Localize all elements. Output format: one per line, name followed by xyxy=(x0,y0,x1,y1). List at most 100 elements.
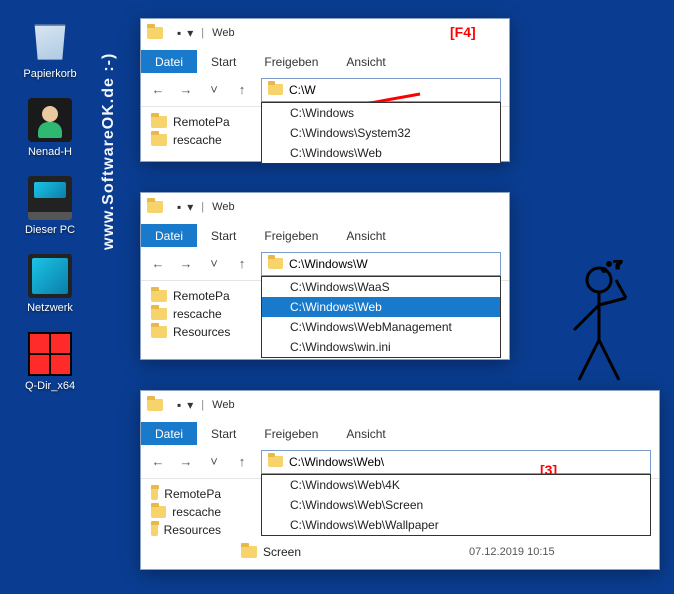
quick-access-icon[interactable]: ▪ xyxy=(177,200,181,214)
suggestion-row[interactable]: C:\Windows\Web\4K xyxy=(262,475,650,495)
desktop-icon-user[interactable]: Nenad-H xyxy=(10,98,90,158)
qdir-icon xyxy=(28,332,72,376)
folder-icon xyxy=(268,84,283,95)
folder-icon xyxy=(268,258,283,269)
explorer-window-2: ▪ ▾ | Web Datei Start Freigeben Ansicht … xyxy=(140,192,510,360)
folder-icon xyxy=(151,326,167,338)
address-text: C:\W xyxy=(289,83,316,97)
icon-label: Q-Dir_x64 xyxy=(10,380,90,392)
suggestion-row[interactable]: C:\Windows\Web\Screen xyxy=(262,495,650,515)
folder-icon xyxy=(147,201,163,213)
folder-icon xyxy=(241,546,257,558)
forward-button[interactable]: → xyxy=(177,453,195,471)
tab-start[interactable]: Start xyxy=(197,224,250,247)
autocomplete-dropdown: C:\Windows\WaaS C:\Windows\Web C:\Window… xyxy=(261,276,501,358)
tab-ansicht[interactable]: Ansicht xyxy=(332,50,399,73)
quick-access-icon[interactable]: ▪ xyxy=(177,26,181,40)
tab-start[interactable]: Start xyxy=(197,422,250,445)
folder-icon xyxy=(147,27,163,39)
tab-start[interactable]: Start xyxy=(197,50,250,73)
suggestion-row[interactable]: C:\Windows xyxy=(262,103,500,123)
address-text: C:\Windows\Web\ xyxy=(289,455,384,469)
tab-datei[interactable]: Datei xyxy=(141,50,197,73)
tab-datei[interactable]: Datei xyxy=(141,422,197,445)
desktop-icon-qdir[interactable]: Q-Dir_x64 xyxy=(10,332,90,392)
tab-ansicht[interactable]: Ansicht xyxy=(332,422,399,445)
history-dropdown-icon[interactable]: ˅ xyxy=(205,81,223,99)
quick-access-icon[interactable]: ▾ xyxy=(187,200,193,214)
autocomplete-dropdown: C:\Windows\Web\4K C:\Windows\Web\Screen … xyxy=(261,474,651,536)
file-row[interactable]: RemotePa xyxy=(151,485,221,503)
suggestion-row[interactable]: C:\Windows\Web\Wallpaper xyxy=(262,515,650,535)
titlebar[interactable]: ▪ ▾ | Web xyxy=(141,193,509,221)
forward-button[interactable]: → xyxy=(177,81,195,99)
address-bar[interactable]: C:\W xyxy=(261,78,501,102)
quick-access-icon[interactable]: ▾ xyxy=(187,26,193,40)
file-row[interactable]: Resources xyxy=(151,521,221,539)
history-dropdown-icon[interactable]: ˅ xyxy=(205,453,223,471)
icon-label: Dieser PC xyxy=(10,224,90,236)
suggestion-row-selected[interactable]: C:\Windows\Web xyxy=(262,297,500,317)
suggestion-row[interactable]: C:\Windows\WebManagement xyxy=(262,317,500,337)
icon-label: Netzwerk xyxy=(10,302,90,314)
back-button[interactable]: ← xyxy=(149,81,167,99)
folder-icon xyxy=(268,456,283,467)
up-button[interactable]: ↑ xyxy=(233,453,251,471)
file-row[interactable]: Resources xyxy=(151,323,230,341)
monitor-icon xyxy=(28,176,72,220)
svg-text:?: ? xyxy=(614,260,622,271)
folder-icon xyxy=(151,506,166,518)
desktop-icon-this-pc[interactable]: Dieser PC xyxy=(10,176,90,236)
forward-button[interactable]: → xyxy=(177,255,195,273)
suggestion-row[interactable]: C:\Windows\Web xyxy=(262,143,500,163)
user-folder-icon xyxy=(28,98,72,142)
tab-freigeben[interactable]: Freigeben xyxy=(250,50,332,73)
watermark-text: www.SoftwareOK.de :-) xyxy=(100,53,118,250)
file-row[interactable]: rescache xyxy=(151,305,230,323)
nav-toolbar: ← → ˅ ↑ C:\Windows\W C:\Windows\WaaS C:\… xyxy=(141,247,509,281)
folder-icon xyxy=(151,290,167,302)
tab-freigeben[interactable]: Freigeben xyxy=(250,224,332,247)
window-title: Web xyxy=(212,399,234,411)
autocomplete-dropdown: C:\Windows C:\Windows\System32 C:\Window… xyxy=(261,102,501,164)
ribbon-tabs: Datei Start Freigeben Ansicht xyxy=(141,221,509,247)
desktop-icons: Papierkorb Nenad-H Dieser PC Netzwerk Q-… xyxy=(10,20,100,410)
tab-ansicht[interactable]: Ansicht xyxy=(332,224,399,247)
up-button[interactable]: ↑ xyxy=(233,81,251,99)
nav-toolbar: ← → ˅ ↑ C:\Windows\Web\ C:\Windows\Web\4… xyxy=(141,445,659,479)
file-date: 07.12.2019 10:15 xyxy=(469,546,555,558)
file-row[interactable]: RemotePa xyxy=(151,113,230,131)
icon-label: Papierkorb xyxy=(10,68,90,80)
window-title: Web xyxy=(212,201,234,213)
file-row[interactable]: rescache xyxy=(151,131,230,149)
address-bar-wrapper: C:\W C:\Windows C:\Windows\System32 C:\W… xyxy=(261,78,501,102)
tab-datei[interactable]: Datei xyxy=(141,224,197,247)
quick-access-icon[interactable]: ▾ xyxy=(187,398,193,412)
address-bar[interactable]: C:\Windows\W xyxy=(261,252,501,276)
folder-icon xyxy=(151,116,167,128)
file-row[interactable]: RemotePa xyxy=(151,287,230,305)
ribbon-tabs: Datei Start Freigeben Ansicht xyxy=(141,419,659,445)
recycle-bin-icon xyxy=(28,20,72,64)
folder-icon xyxy=(151,308,167,320)
file-row[interactable]: rescache xyxy=(151,503,221,521)
address-bar[interactable]: C:\Windows\Web\ xyxy=(261,450,651,474)
address-bar-wrapper: C:\Windows\Web\ C:\Windows\Web\4K C:\Win… xyxy=(261,450,651,474)
file-row[interactable]: Screen 07.12.2019 10:15 xyxy=(241,543,555,561)
icon-label: Nenad-H xyxy=(10,146,90,158)
address-bar-wrapper: C:\Windows\W C:\Windows\WaaS C:\Windows\… xyxy=(261,252,501,276)
suggestion-row[interactable]: C:\Windows\WaaS xyxy=(262,277,500,297)
desktop-icon-papierkorb[interactable]: Papierkorb xyxy=(10,20,90,80)
back-button[interactable]: ← xyxy=(149,255,167,273)
suggestion-row[interactable]: C:\Windows\System32 xyxy=(262,123,500,143)
desktop-icon-network[interactable]: Netzwerk xyxy=(10,254,90,314)
history-dropdown-icon[interactable]: ˅ xyxy=(205,255,223,273)
up-button[interactable]: ↑ xyxy=(233,255,251,273)
tab-freigeben[interactable]: Freigeben xyxy=(250,422,332,445)
folder-icon xyxy=(147,399,163,411)
back-button[interactable]: ← xyxy=(149,453,167,471)
quick-access-icon[interactable]: ▪ xyxy=(177,398,181,412)
address-text: C:\Windows\W xyxy=(289,257,368,271)
folder-icon xyxy=(151,524,158,536)
suggestion-row[interactable]: C:\Windows\win.ini xyxy=(262,337,500,357)
